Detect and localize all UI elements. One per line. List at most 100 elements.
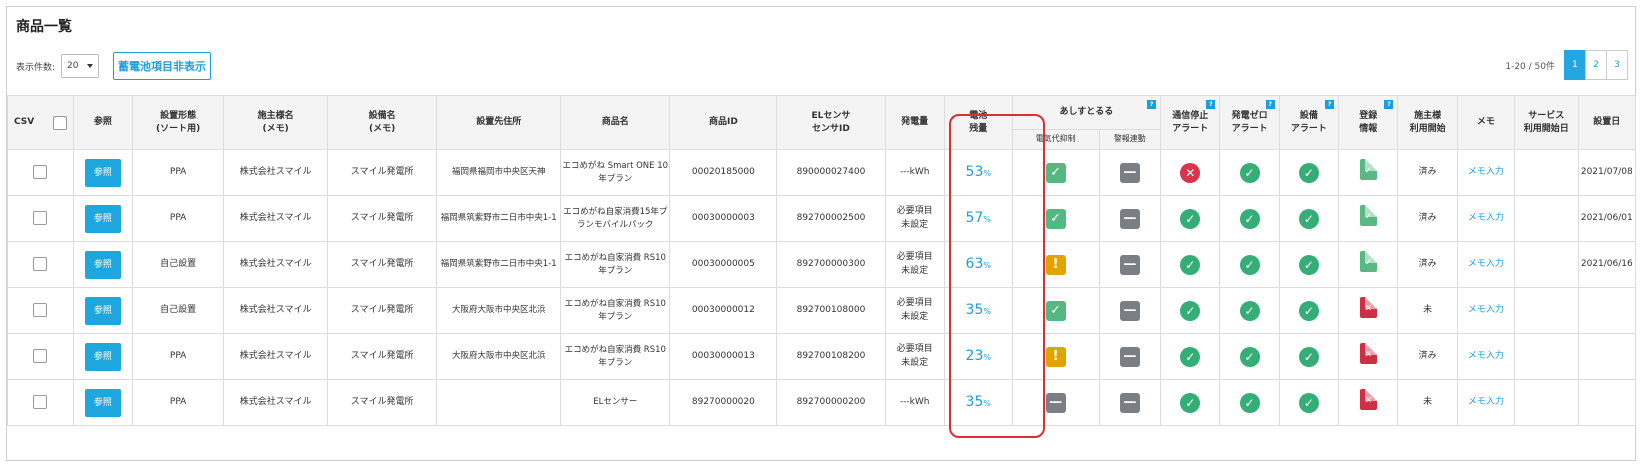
cell-service-start: [1514, 195, 1579, 242]
cell-power-control: —: [1011, 379, 1100, 426]
header-owner: 施主様名 (メモ): [223, 95, 329, 150]
cell-sensor-id: 892700000300: [776, 241, 886, 288]
memo-link[interactable]: メモ入力: [1468, 259, 1504, 269]
per-page-select[interactable]: 20: [61, 54, 100, 78]
check-circle-icon: ✓: [1298, 346, 1319, 367]
check-icon: ✓: [1045, 162, 1066, 183]
help-icon[interactable]: ?: [1147, 100, 1157, 109]
cell-generation: ---kWh: [884, 379, 945, 426]
cell-service-start: [1514, 379, 1579, 426]
row-checkbox[interactable]: [33, 303, 48, 318]
header-address: 設置先住所: [436, 95, 562, 150]
check-circle-icon: ✓: [1239, 300, 1260, 321]
check-circle-icon: ✓: [1298, 300, 1319, 321]
ref-button[interactable]: 参照: [84, 158, 121, 187]
error-icon: ✕: [1180, 162, 1201, 183]
cell-install-date: 2021/07/08: [1577, 149, 1637, 196]
cell-install-date: 2021/06/01: [1577, 195, 1637, 242]
document-ok-icon[interactable]: ✓: [1359, 205, 1377, 227]
row-checkbox[interactable]: [33, 257, 48, 272]
cell-product-id: 89270000020: [669, 379, 778, 426]
cell-zero-gen: ✓: [1219, 241, 1280, 288]
cell-comm-stop: ✓: [1160, 195, 1221, 242]
cell-equipment: スマイル発電所: [327, 241, 438, 288]
cell-memo: メモ入力: [1456, 287, 1516, 334]
help-icon[interactable]: ?: [1265, 100, 1275, 109]
cell-owner-start: 済み: [1397, 333, 1458, 380]
cell-product: エコめがね自家消費 RS10 年プラン: [560, 287, 671, 334]
select-all-checkbox[interactable]: [52, 115, 67, 130]
help-icon[interactable]: ?: [1384, 100, 1394, 109]
ref-button[interactable]: 参照: [84, 342, 121, 371]
memo-link[interactable]: メモ入力: [1468, 351, 1504, 361]
document-ok-icon[interactable]: ✓: [1359, 159, 1377, 181]
minus-icon: —: [1119, 254, 1140, 275]
header-ref: 参照: [72, 95, 134, 150]
cell-product: エコめがね Smart ONE 10 年プラン: [560, 149, 671, 196]
document-error-icon[interactable]: ✕: [1359, 389, 1377, 411]
cell-alarm-link: —: [1098, 379, 1162, 426]
cell-product: エコめがね自家消費15年プランモバイルパック: [560, 195, 671, 242]
document-ok-icon[interactable]: ✓: [1359, 251, 1377, 273]
cell-address: 福岡県筑紫野市二日市中央1-1: [436, 241, 562, 288]
cell-product-id: 00030000013: [669, 333, 778, 380]
pagination-range: 1-20 / 50件: [1505, 61, 1555, 72]
header-product-id: 商品ID: [669, 95, 778, 150]
cell-service-start: [1514, 149, 1579, 196]
memo-link[interactable]: メモ入力: [1468, 397, 1504, 407]
check-circle-icon: ✓: [1298, 392, 1319, 413]
cell-owner: 株式会社スマイル: [223, 149, 329, 196]
cell-owner-start: 未: [1397, 287, 1458, 334]
document-error-icon[interactable]: ✕: [1359, 343, 1377, 365]
header-zero-gen: 発電ゼロ アラート?: [1219, 95, 1280, 150]
row-checkbox[interactable]: [33, 165, 48, 180]
cell-power-control: ✓: [1011, 149, 1100, 196]
header-install-type[interactable]: 設置形態 (ソート用): [132, 95, 225, 150]
page-button-2[interactable]: 2: [1585, 50, 1607, 80]
cell-battery: 57%: [943, 195, 1013, 242]
chevron-down-icon: [87, 64, 94, 68]
ref-button[interactable]: 参照: [84, 250, 121, 279]
cell-comm-stop: ✓: [1160, 241, 1221, 288]
cell-memo: メモ入力: [1456, 241, 1516, 288]
header-memo: メモ: [1456, 95, 1516, 150]
cell-address: 大阪府大阪市中央区北浜: [436, 287, 562, 334]
ref-button[interactable]: 参照: [84, 296, 121, 325]
cell-product: ELセンサー: [560, 379, 671, 426]
toggle-battery-columns-button[interactable]: 蓄電池項目非表示: [113, 52, 212, 80]
cell-power-control: !: [1011, 241, 1100, 288]
table-row: 参照 PPA 株式会社スマイル スマイル発電所 大阪府大阪市中央区北浜 エコめがね自家消費…: [7, 333, 1637, 380]
cell-memo: メモ入力: [1456, 149, 1516, 196]
header-equip-alert: 設備 アラート?: [1278, 95, 1340, 150]
cell-equipment: スマイル発電所: [327, 287, 438, 334]
row-checkbox[interactable]: [33, 349, 48, 364]
header-registration: 登録 情報?: [1338, 95, 1399, 150]
cell-owner-start: 未: [1397, 379, 1458, 426]
page-button-1[interactable]: 1: [1564, 50, 1586, 80]
memo-link[interactable]: メモ入力: [1468, 167, 1504, 177]
help-icon[interactable]: ?: [1206, 100, 1216, 109]
help-icon[interactable]: ?: [1325, 100, 1335, 109]
check-circle-icon: ✓: [1239, 162, 1260, 183]
minus-icon: —: [1119, 392, 1140, 413]
row-checkbox[interactable]: [33, 211, 48, 226]
header-generation: 発電量: [884, 95, 945, 150]
memo-link[interactable]: メモ入力: [1468, 305, 1504, 315]
cell-alarm-link: —: [1098, 241, 1162, 288]
page-title: 商品一覧: [16, 19, 72, 35]
cell-registration: ✓: [1338, 149, 1399, 196]
cell-owner-start: 済み: [1397, 149, 1458, 196]
row-checkbox[interactable]: [33, 395, 48, 410]
check-circle-icon: ✓: [1180, 254, 1201, 275]
cell-comm-stop: ✓: [1160, 287, 1221, 334]
check-circle-icon: ✓: [1298, 254, 1319, 275]
page-button-3[interactable]: 3: [1606, 50, 1628, 80]
battery-value: 23: [965, 348, 984, 365]
ref-button[interactable]: 参照: [84, 388, 121, 417]
document-error-icon[interactable]: ✕: [1359, 297, 1377, 319]
memo-link[interactable]: メモ入力: [1468, 213, 1504, 223]
check-circle-icon: ✓: [1298, 208, 1319, 229]
header-power-control: 電気代抑制: [1011, 129, 1100, 150]
ref-button[interactable]: 参照: [84, 204, 121, 233]
cell-equip-alert: ✓: [1278, 149, 1340, 196]
